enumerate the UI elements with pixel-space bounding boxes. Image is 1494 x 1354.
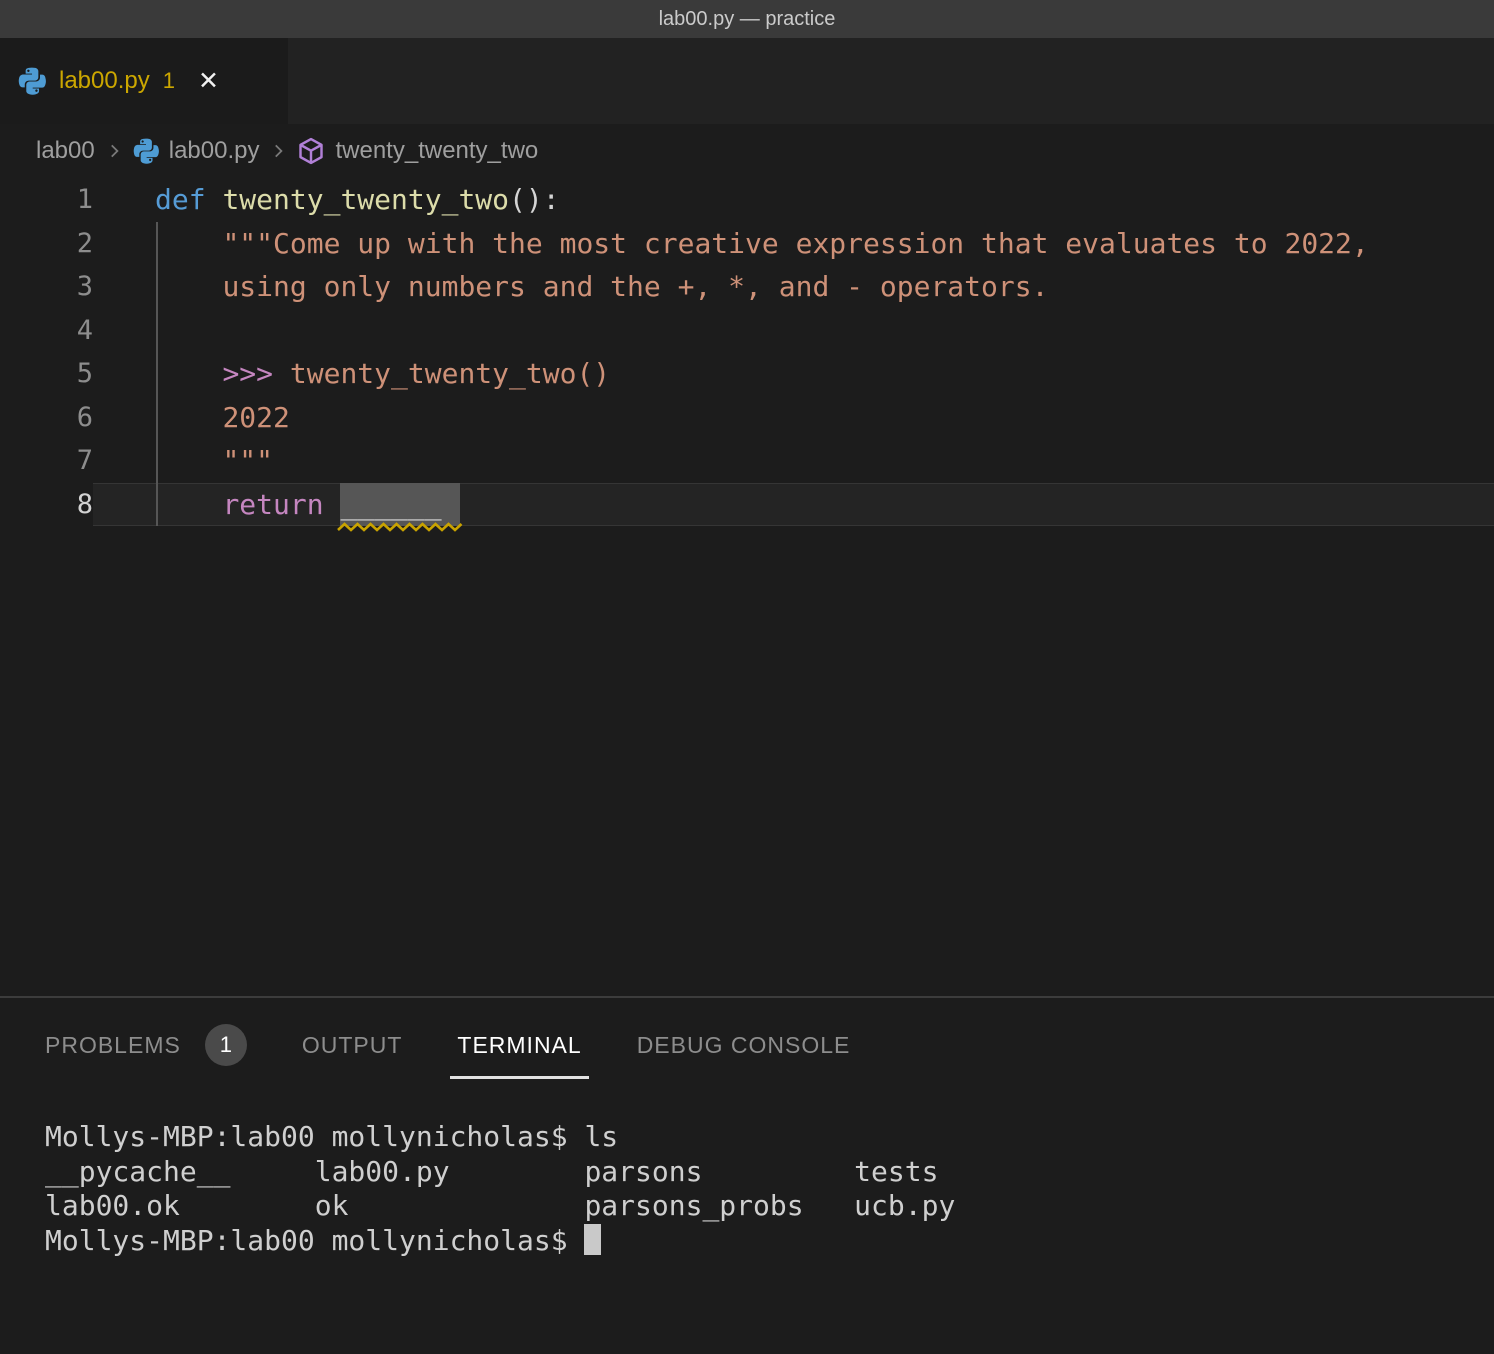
panel-tab-label: PROBLEMS	[45, 1032, 181, 1059]
line-number: 7	[0, 439, 93, 483]
code-text	[93, 309, 1494, 353]
code-token: >>>	[222, 357, 273, 390]
code-token	[155, 227, 222, 260]
code-token: """	[222, 444, 273, 477]
code-line[interactable]: 7 """	[0, 439, 1494, 483]
code-token: return	[222, 488, 323, 521]
code-text: return ______	[93, 483, 1494, 527]
code-text: 2022	[93, 396, 1494, 440]
code-token	[155, 357, 222, 390]
terminal-line: __pycache__ lab00.py parsons tests	[45, 1155, 1494, 1190]
code-token	[324, 488, 341, 521]
warning-squiggle	[338, 522, 461, 532]
line-number: 2	[0, 222, 93, 266]
breadcrumb-item-file[interactable]: lab00.py	[169, 137, 260, 165]
code-token: def	[155, 183, 206, 216]
line-number: 5	[0, 352, 93, 396]
code-token: using only numbers and the +, *, and - o…	[222, 270, 1048, 303]
window-title: lab00.py — practice	[659, 8, 836, 31]
panel-tab-debug-console[interactable]: DEBUG CONSOLE	[637, 998, 851, 1092]
code-token	[155, 401, 222, 434]
code-line[interactable]: 6 2022	[0, 396, 1494, 440]
code-token: """Come up with the most creative expres…	[222, 227, 1368, 260]
panel-tab-output[interactable]: OUTPUT	[302, 998, 403, 1092]
code-text: def twenty_twenty_two():	[93, 178, 1494, 222]
panel-tab-problems[interactable]: PROBLEMS 1	[45, 998, 247, 1092]
code-line[interactable]: 1def twenty_twenty_two():	[0, 178, 1494, 222]
code-token: ():	[509, 183, 560, 216]
code-token	[155, 488, 222, 521]
panel-tab-label: DEBUG CONSOLE	[637, 1032, 851, 1059]
symbol-method-icon	[297, 137, 325, 165]
line-number: 8	[0, 483, 93, 527]
code-token	[206, 183, 223, 216]
panel-tab-label: OUTPUT	[302, 1032, 403, 1059]
code-token: twenty_twenty_two	[222, 183, 509, 216]
terminal[interactable]: Mollys-MBP:lab00 mollynicholas$ ls__pyca…	[0, 1092, 1494, 1258]
bottom-panel: PROBLEMS 1 OUTPUT TERMINAL DEBUG CONSOLE Mol…	[0, 996, 1494, 1354]
code-editor[interactable]: 1def twenty_twenty_two():2 """Come up wi…	[0, 178, 1494, 996]
code-line[interactable]: 4	[0, 309, 1494, 353]
breadcrumb: lab00 lab00.py twenty_twenty_two	[0, 124, 1494, 178]
line-number: 4	[0, 309, 93, 353]
code-text: using only numbers and the +, *, and - o…	[93, 265, 1494, 309]
code-token	[273, 357, 290, 390]
problems-count-badge: 1	[205, 1024, 247, 1066]
terminal-line: Mollys-MBP:lab00 mollynicholas$	[45, 1224, 1494, 1259]
code-line[interactable]: 8 return ______	[0, 483, 1494, 527]
line-number: 6	[0, 396, 93, 440]
code-text: >>> twenty_twenty_two()	[93, 352, 1494, 396]
chevron-right-icon	[269, 142, 287, 160]
code-token: twenty_twenty_two()	[290, 357, 610, 390]
panel-tab-label: TERMINAL	[457, 1032, 581, 1059]
terminal-cursor	[584, 1224, 601, 1255]
code-line[interactable]: 5 >>> twenty_twenty_two()	[0, 352, 1494, 396]
code-token	[155, 444, 222, 477]
breadcrumb-item-symbol[interactable]: twenty_twenty_two	[335, 137, 538, 165]
chevron-right-icon	[105, 142, 123, 160]
panel-tab-bar: PROBLEMS 1 OUTPUT TERMINAL DEBUG CONSOLE	[0, 998, 1494, 1092]
indent-guide	[156, 222, 158, 526]
code-token: 2022	[222, 401, 289, 434]
panel-tab-terminal[interactable]: TERMINAL	[457, 998, 581, 1092]
tab-close-icon[interactable]: ✕	[198, 66, 219, 96]
python-file-icon	[133, 138, 159, 164]
code-text: """	[93, 439, 1494, 483]
blank-placeholder-selected[interactable]: ______	[340, 483, 459, 526]
editor-tab-strip: lab00.py 1 ✕	[0, 38, 1494, 124]
code-line[interactable]: 2 """Come up with the most creative expr…	[0, 222, 1494, 266]
tab-problem-count: 1	[163, 68, 175, 94]
line-number: 3	[0, 265, 93, 309]
window-titlebar: lab00.py — practice	[0, 0, 1494, 38]
line-number: 1	[0, 178, 93, 222]
terminal-line: Mollys-MBP:lab00 mollynicholas$ ls	[45, 1120, 1494, 1155]
code-line[interactable]: 3 using only numbers and the +, *, and -…	[0, 265, 1494, 309]
editor-tab-lab00[interactable]: lab00.py 1 ✕	[0, 38, 288, 124]
breadcrumb-item-folder[interactable]: lab00	[36, 137, 95, 165]
tab-filename: lab00.py	[59, 67, 150, 95]
terminal-line: lab00.ok ok parsons_probs ucb.py	[45, 1189, 1494, 1224]
python-file-icon	[18, 67, 46, 95]
code-token	[155, 270, 222, 303]
code-text: """Come up with the most creative expres…	[93, 222, 1494, 266]
